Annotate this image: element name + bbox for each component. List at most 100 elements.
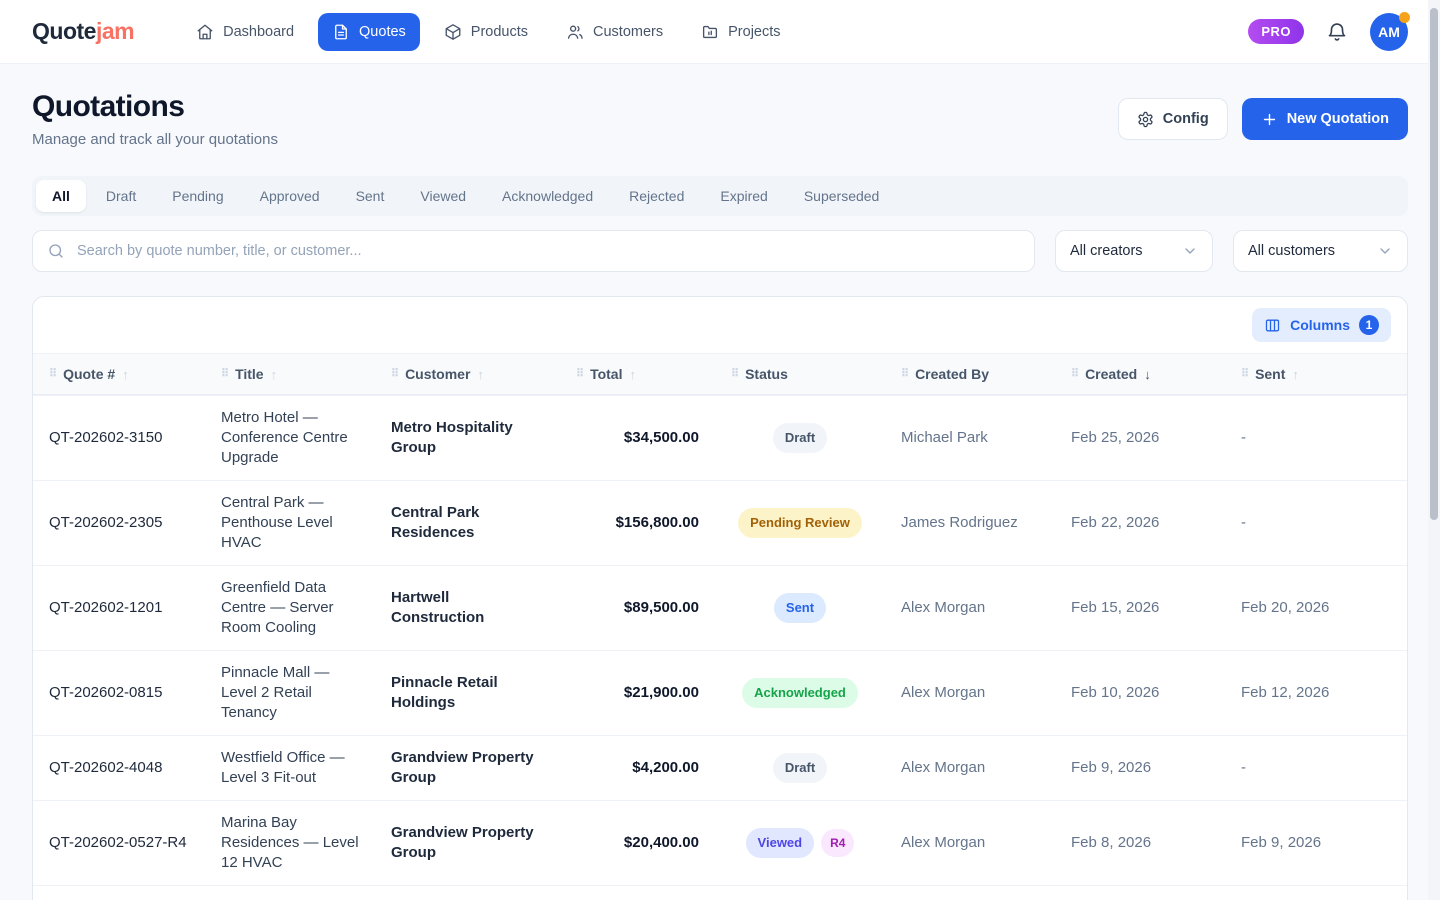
nav-item-quotes[interactable]: Quotes: [318, 13, 420, 51]
table-row[interactable]: QT-202602-0527-R4 Marina Bay Residences …: [33, 800, 1407, 885]
logo-text-accent: jam: [96, 18, 134, 44]
drag-handle-icon[interactable]: ⠿: [731, 369, 738, 380]
column-header[interactable]: ⠿ Status: [715, 354, 885, 394]
drag-handle-icon[interactable]: ⠿: [49, 369, 56, 380]
column-header[interactable]: ⠿ Total ↑: [560, 354, 715, 394]
top-navbar: Quotejam Dashboard Quotes Products Custo…: [0, 0, 1440, 64]
search-icon: [47, 242, 65, 260]
cell-created-by: Alex Morgan: [885, 566, 1055, 650]
column-header[interactable]: ⠿ Created ↓: [1055, 354, 1225, 394]
drag-handle-icon[interactable]: ⠿: [1241, 369, 1248, 380]
table-header-row: ⠿ Quote # ↑ ⠿ Title ↑ ⠿ Customer ↑ ⠿ Tot…: [33, 353, 1407, 395]
cell-status: ViewedR4: [715, 801, 885, 885]
column-header[interactable]: ⠿ Title ↑: [205, 354, 375, 394]
cell-title: Metro Hotel — Conference Centre Upgrade: [205, 396, 375, 480]
revision-tag: R4: [821, 829, 854, 857]
table-row[interactable]: QT-202602-2305 Central Park — Penthouse …: [33, 480, 1407, 565]
table-row[interactable]: QT-202602-3150 Metro Hotel — Conference …: [33, 395, 1407, 480]
app-logo[interactable]: Quotejam: [32, 18, 134, 45]
plus-icon: [1261, 111, 1278, 128]
customers-filter-select[interactable]: All customers: [1233, 230, 1408, 272]
sort-arrow-icon: ↓: [1144, 367, 1151, 382]
cell-title: Marina Bay: [205, 886, 375, 900]
table-row[interactable]: QT-202602-4048 Westfield Office — Level …: [33, 735, 1407, 800]
cell-total: $20,400.00: [560, 801, 715, 885]
cell-total: $21,900.00: [560, 651, 715, 735]
nav-item-customers[interactable]: Customers: [552, 13, 677, 51]
cell-sent-date: -: [1225, 396, 1407, 480]
table-body: QT-202602-3150 Metro Hotel — Conference …: [33, 395, 1407, 900]
status-tab-pending[interactable]: Pending: [156, 180, 239, 212]
cell-customer: Pinnacle Retail Holdings: [375, 651, 560, 735]
cell-total: $4,200.00: [560, 736, 715, 800]
new-quotation-button[interactable]: New Quotation: [1242, 98, 1408, 140]
status-tab-sent[interactable]: Sent: [340, 180, 401, 212]
cell-created-date: Feb 22, 2026: [1055, 481, 1225, 565]
status-tab-viewed[interactable]: Viewed: [404, 180, 482, 212]
cell-created-by: Michael Park: [885, 396, 1055, 480]
column-header[interactable]: ⠿ Quote # ↑: [33, 354, 205, 394]
cell-created-by: Alex Morgan: [885, 651, 1055, 735]
status-badge: Viewed: [746, 828, 815, 858]
status-badge: Sent: [774, 593, 826, 623]
status-tabs: AllDraftPendingApprovedSentViewedAcknowl…: [32, 176, 1408, 216]
status-tab-rejected[interactable]: Rejected: [613, 180, 700, 212]
scrollbar-thumb[interactable]: [1430, 8, 1438, 520]
drag-handle-icon[interactable]: ⠿: [221, 369, 228, 380]
column-header-label: Customer: [405, 366, 470, 382]
columns-icon: [1264, 317, 1281, 334]
columns-count-badge: 1: [1359, 315, 1379, 335]
table-row[interactable]: QT-202602-0815 Pinnacle Mall — Level 2 R…: [33, 650, 1407, 735]
status-tab-acknowledged[interactable]: Acknowledged: [486, 180, 609, 212]
nav-item-projects[interactable]: Projects: [687, 13, 794, 51]
drag-handle-icon[interactable]: ⠿: [391, 369, 398, 380]
window-scrollbar: [1428, 0, 1440, 900]
status-tab-draft[interactable]: Draft: [90, 180, 152, 212]
cell-status: Draft: [715, 396, 885, 480]
status-tab-approved[interactable]: Approved: [244, 180, 336, 212]
nav-item-dashboard[interactable]: Dashboard: [182, 13, 308, 51]
column-header[interactable]: ⠿ Sent ↑: [1225, 354, 1407, 394]
chevron-down-icon: [1182, 243, 1198, 259]
table-row[interactable]: QT-202602-0527 Marina Bay Grandview Prop…: [33, 885, 1407, 900]
drag-handle-icon[interactable]: ⠿: [901, 369, 908, 380]
status-tab-superseded[interactable]: Superseded: [788, 180, 896, 212]
column-header-label: Title: [235, 366, 264, 382]
folder-icon: [701, 23, 719, 41]
cell-title: Westfield Office — Level 3 Fit-out: [205, 736, 375, 800]
cell-status: Draft: [715, 736, 885, 800]
search-input[interactable]: [32, 230, 1035, 272]
chevron-down-icon: [1377, 243, 1393, 259]
home-icon: [196, 23, 214, 41]
cell-customer: Hartwell Construction: [375, 566, 560, 650]
columns-button-label: Columns: [1290, 317, 1350, 333]
columns-button[interactable]: Columns 1: [1252, 308, 1391, 342]
column-header-label: Created By: [915, 366, 989, 382]
column-header[interactable]: ⠿ Created By: [885, 354, 1055, 394]
drag-handle-icon[interactable]: ⠿: [1071, 369, 1078, 380]
status-badge: Pending Review: [738, 508, 862, 538]
cell-quote-number: QT-202602-4048: [33, 736, 205, 800]
cell-created-date: [1055, 886, 1225, 900]
drag-handle-icon[interactable]: ⠿: [576, 369, 583, 380]
sort-arrow-icon: ↑: [629, 367, 636, 382]
quotations-page: Quotations Manage and track all your quo…: [0, 64, 1440, 900]
cell-total: $34,500.00: [560, 396, 715, 480]
status-tab-all[interactable]: All: [36, 180, 86, 212]
sort-arrow-icon: ↑: [477, 367, 484, 382]
document-icon: [332, 23, 350, 41]
nav-item-products[interactable]: Products: [430, 13, 542, 51]
cell-sent-date: Feb 20, 2026: [1225, 566, 1407, 650]
cell-title: Marina Bay Residences — Level 12 HVAC: [205, 801, 375, 885]
cell-customer: Central Park Residences: [375, 481, 560, 565]
cell-customer: Grandview Property: [375, 886, 560, 900]
creators-filter-select[interactable]: All creators: [1055, 230, 1213, 272]
table-row[interactable]: QT-202602-1201 Greenfield Data Centre — …: [33, 565, 1407, 650]
sort-arrow-icon: ↑: [122, 367, 129, 382]
user-avatar[interactable]: AM: [1370, 13, 1408, 51]
status-tab-expired[interactable]: Expired: [704, 180, 783, 212]
notifications-bell-icon[interactable]: [1326, 21, 1348, 43]
cell-total: $89,500.00: [560, 566, 715, 650]
column-header[interactable]: ⠿ Customer ↑: [375, 354, 560, 394]
config-button[interactable]: Config: [1118, 98, 1228, 140]
